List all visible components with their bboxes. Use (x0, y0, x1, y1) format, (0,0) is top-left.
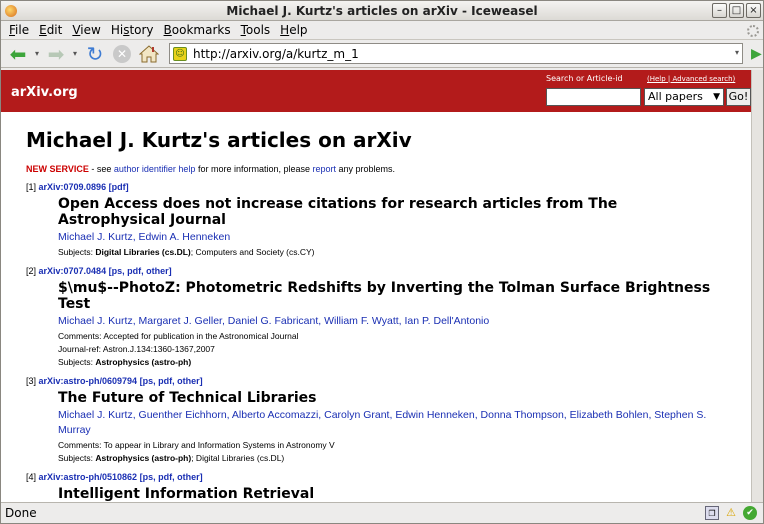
author-identifier-help-link[interactable]: author identifier help (114, 164, 196, 174)
search-label: Search or Article-id (546, 74, 623, 83)
maximize-button[interactable]: □ (729, 3, 744, 18)
browser-window: Michael J. Kurtz's articles on arXiv - I… (0, 0, 764, 524)
close-button[interactable]: × (746, 3, 761, 18)
url-bar[interactable]: ☺ http://arxiv.org/a/kurtz_m_1 ▾ (169, 43, 743, 64)
menu-bookmarks[interactable]: Bookmarks (159, 23, 236, 37)
warning-icon[interactable]: ⚠ (724, 506, 738, 520)
minimize-button[interactable]: – (712, 3, 727, 18)
entry-number: [4] (26, 472, 39, 482)
article-list-page: Michael J. Kurtz's articles on arXiv NEW… (1, 128, 753, 504)
article-subjects: Subjects: Digital Libraries (cs.DL); Com… (58, 247, 315, 257)
author-links[interactable]: Michael J. Kurtz, Guenther Eichhorn, Alb… (58, 408, 728, 438)
url-text[interactable]: http://arxiv.org/a/kurtz_m_1 (193, 47, 359, 61)
article-entry: [2] arXiv:0707.0484 [ps, pdf, other] $\mu… (26, 266, 728, 367)
article-entry: [4] arXiv:astro-ph/0510862 [ps, pdf, oth… (26, 472, 728, 504)
format-links[interactable]: [ps, pdf, other] (137, 472, 203, 482)
article-comment: Comments: Accepted for publication in th… (58, 331, 299, 341)
forward-history-dropdown[interactable]: ▾ (71, 43, 79, 65)
arxiv-id-link[interactable]: arXiv:astro-ph/0609794 (39, 376, 138, 386)
forward-arrow-icon[interactable]: ➡ (45, 42, 67, 66)
article-title: Intelligent Information Retrieval (58, 486, 315, 502)
back-history-dropdown[interactable]: ▾ (33, 43, 41, 65)
arxiv-id-link[interactable]: arXiv:0707.0484 (39, 266, 107, 276)
article-title: $\mu$--PhotoZ: Photometric Redshifts by … (58, 280, 711, 312)
article-comment: Journal-ref: Astron.J.134:1360-1367,2007 (58, 344, 215, 354)
entry-number: [2] (26, 266, 39, 276)
arxiv-logo[interactable]: arXiv.org (11, 85, 78, 100)
page-content: arXiv.org Search or Article-id (Help | A… (1, 70, 753, 504)
title-bar: Michael J. Kurtz's articles on arXiv - I… (1, 1, 763, 21)
url-history-dropdown[interactable]: ▾ (735, 48, 739, 57)
menu-view[interactable]: View (67, 23, 105, 37)
menu-bar: File Edit View History Bookmarks Tools H… (1, 21, 763, 40)
entry-meta: [1] arXiv:0709.0896 [pdf] (26, 182, 728, 192)
pages-icon[interactable]: ❐ (705, 506, 719, 520)
entry-meta: [3] arXiv:astro-ph/0609794 [ps, pdf, oth… (26, 376, 728, 386)
arxiv-id-link[interactable]: arXiv:astro-ph/0510862 (39, 472, 138, 482)
article-entry: [1] arXiv:0709.0896 [pdf] Open Access doe… (26, 182, 728, 257)
article-entry: [3] arXiv:astro-ph/0609794 [ps, pdf, oth… (26, 376, 728, 463)
search-scope-select[interactable]: All papers ▼ (644, 88, 724, 106)
stop-icon[interactable]: ✕ (111, 43, 133, 65)
vertical-scrollbar[interactable] (751, 70, 763, 504)
arxiv-id-link[interactable]: arXiv:0709.0896 (39, 182, 107, 192)
throbber-icon (747, 25, 759, 37)
ok-icon[interactable]: ✔ (743, 506, 757, 520)
search-input[interactable] (546, 88, 641, 106)
reload-icon[interactable]: ↻ (83, 42, 107, 66)
menu-tools[interactable]: Tools (236, 23, 276, 37)
format-links[interactable]: [ps, pdf, other] (106, 266, 172, 276)
article-title: The Future of Technical Libraries (58, 390, 317, 406)
entry-meta: [4] arXiv:astro-ph/0510862 [ps, pdf, oth… (26, 472, 728, 482)
article-subjects: Subjects: Astrophysics (astro-ph) (58, 357, 192, 367)
format-links[interactable]: [pdf] (106, 182, 129, 192)
article-subjects: Subjects: Astrophysics (astro-ph); Digit… (58, 453, 285, 463)
article-title: Open Access does not increase citations … (58, 196, 618, 228)
entries-list: [1] arXiv:0709.0896 [pdf] Open Access doe… (26, 182, 728, 504)
report-link[interactable]: report (313, 164, 337, 174)
page-title: Michael J. Kurtz's articles on arXiv (26, 128, 412, 152)
entry-number: [1] (26, 182, 39, 192)
home-icon[interactable] (137, 43, 161, 65)
author-links[interactable]: Michael J. Kurtz, Edwin A. Henneken (58, 230, 728, 245)
status-bar: Done ❐ ⚠ ✔ (1, 502, 763, 523)
status-text: Done (5, 506, 37, 520)
back-arrow-icon[interactable]: ⬅ (7, 42, 29, 66)
help-links[interactable]: (Help | Advanced search) (647, 75, 735, 83)
go-arrow-icon[interactable]: ▶ (751, 46, 762, 62)
arxiv-header: arXiv.org Search or Article-id (Help | A… (1, 70, 753, 112)
menu-edit[interactable]: Edit (34, 23, 67, 37)
entry-meta: [2] arXiv:0707.0484 [ps, pdf, other] (26, 266, 728, 276)
site-favicon: ☺ (173, 46, 187, 61)
search-go-button[interactable]: Go! (726, 88, 751, 106)
format-links[interactable]: [ps, pdf, other] (137, 376, 203, 386)
menu-file[interactable]: File (4, 23, 34, 37)
navigation-toolbar: ⬅ ▾ ➡ ▾ ↻ ✕ ☺ http://arxiv.org/a/kurtz_m… (1, 40, 763, 68)
chevron-down-icon: ▼ (713, 92, 720, 102)
service-notice: NEW SERVICE - see author identifier help… (26, 164, 396, 174)
window-title: Michael J. Kurtz's articles on arXiv - I… (226, 3, 538, 18)
menu-help[interactable]: Help (275, 23, 312, 37)
menu-history[interactable]: History (106, 23, 159, 37)
article-comment: Comments: To appear in Library and Infor… (58, 440, 335, 450)
author-links[interactable]: Michael J. Kurtz, Margaret J. Geller, Da… (58, 314, 728, 329)
entry-number: [3] (26, 376, 39, 386)
